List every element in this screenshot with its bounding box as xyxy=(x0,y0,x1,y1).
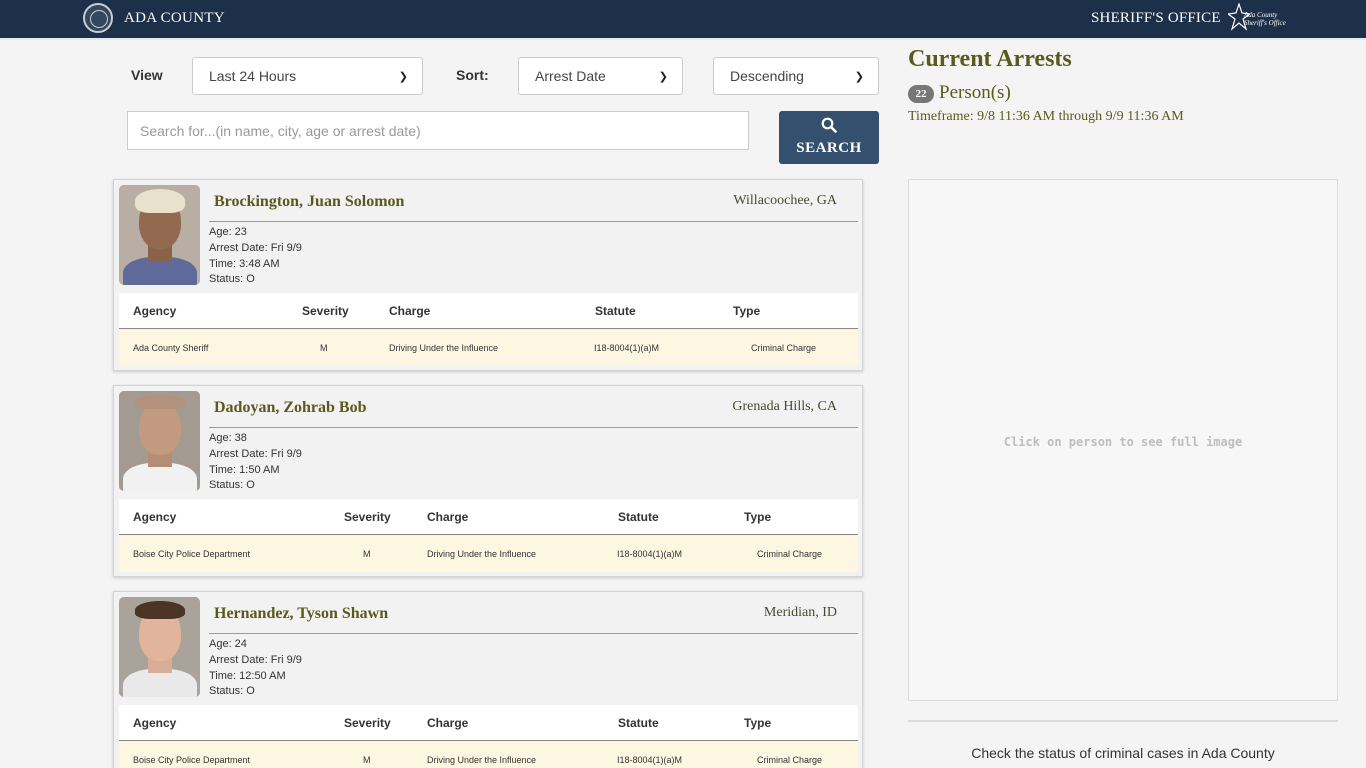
charges-table-header: Agency Severity Charge Statute Type xyxy=(119,705,858,741)
charge-description: Driving Under the Influence xyxy=(427,549,537,559)
arrest-time: Time: 3:48 AM xyxy=(209,258,280,270)
county-seal-icon[interactable] xyxy=(83,3,113,33)
view-select[interactable]: Last 24 Hours ❯ xyxy=(192,57,423,95)
col-agency: Agency xyxy=(133,510,177,524)
person-name[interactable]: Brockington, Juan Solomon xyxy=(214,193,404,211)
sheriff-star-logo[interactable]: Ada County Sheriff's Office xyxy=(1228,3,1286,33)
chevron-down-icon: ❯ xyxy=(398,70,408,83)
search-button[interactable]: SEARCH xyxy=(779,111,879,164)
search-input[interactable] xyxy=(127,111,749,150)
person-count-label: Person(s) xyxy=(939,82,1011,103)
person-city: Meridian, ID xyxy=(763,605,837,620)
logo-text-line-2: Sheriff's Office xyxy=(1244,19,1286,27)
mugshot-photo[interactable] xyxy=(119,597,200,697)
charge-agency: Ada County Sheriff xyxy=(133,343,209,353)
col-severity: Severity xyxy=(302,304,349,318)
charge-description: Driving Under the Influence xyxy=(389,343,499,353)
mugshot-photo[interactable] xyxy=(119,185,200,285)
charge-statute: I18-8004(1)(a)M xyxy=(617,549,683,559)
sort-select[interactable]: Arrest Date ❯ xyxy=(518,57,683,95)
card-divider xyxy=(209,221,858,222)
col-severity: Severity xyxy=(344,716,391,730)
image-hint-text: Click on person to see full image xyxy=(1003,435,1243,449)
mugshot-photo[interactable] xyxy=(119,391,200,491)
charge-severity: M xyxy=(363,549,371,559)
chevron-down-icon: ❯ xyxy=(658,70,668,83)
person-age: Age: 38 xyxy=(209,432,247,444)
search-button-label: SEARCH xyxy=(796,140,862,156)
col-statute: Statute xyxy=(618,510,659,524)
order-select[interactable]: Descending ❯ xyxy=(713,57,879,95)
sheriff-office-link[interactable]: SHERIFF'S OFFICE xyxy=(1091,10,1221,27)
chevron-down-icon: ❯ xyxy=(854,70,864,83)
charge-severity: M xyxy=(320,343,328,353)
col-charge: Charge xyxy=(427,716,469,730)
col-charge: Charge xyxy=(427,510,469,524)
arrest-status: Status: O xyxy=(209,479,255,491)
person-age: Age: 24 xyxy=(209,638,247,650)
sort-label: Sort: xyxy=(456,67,489,83)
sort-select-value: Arrest Date xyxy=(535,68,606,84)
view-label: View xyxy=(131,67,163,83)
page-title: Current Arrests xyxy=(908,46,1072,72)
arrest-time: Time: 1:50 AM xyxy=(209,464,280,476)
charge-row: Boise City Police Department M Driving U… xyxy=(119,742,858,768)
charge-row: Ada County Sheriff M Driving Under the I… xyxy=(119,330,858,366)
charge-statute: I18-8004(1)(a)M xyxy=(617,755,683,765)
charge-agency: Boise City Police Department xyxy=(133,755,251,765)
charge-type: Criminal Charge xyxy=(751,343,817,353)
col-type: Type xyxy=(744,716,772,730)
arrest-card[interactable]: Brockington, Juan Solomon Willacoochee, … xyxy=(113,179,863,371)
charge-agency: Boise City Police Department xyxy=(133,549,251,559)
charges-table-header: Agency Severity Charge Statute Type xyxy=(119,293,858,329)
logo-text-line-1: Ada County xyxy=(1244,11,1278,19)
person-city: Willacoochee, GA xyxy=(733,193,837,208)
col-statute: Statute xyxy=(595,304,636,318)
panel-divider xyxy=(908,720,1338,722)
case-status-link[interactable]: Check the status of criminal cases in Ad… xyxy=(908,745,1338,761)
arrest-status: Status: O xyxy=(209,273,255,285)
charge-type: Criminal Charge xyxy=(757,549,823,559)
logo-text: Ada County Sheriff's Office xyxy=(1244,11,1286,27)
order-select-value: Descending xyxy=(730,68,804,84)
arrest-card[interactable]: Dadoyan, Zohrab Bob Grenada Hills, CA Ag… xyxy=(113,385,863,577)
view-select-value: Last 24 Hours xyxy=(209,68,297,84)
charges-table-header: Agency Severity Charge Statute Type xyxy=(119,499,858,535)
full-image-panel: Click on person to see full image xyxy=(908,179,1338,701)
arrest-time: Time: 12:50 AM xyxy=(209,670,286,682)
arrest-date: Arrest Date: Fri 9/9 xyxy=(209,448,302,460)
charge-row: Boise City Police Department M Driving U… xyxy=(119,536,858,572)
col-type: Type xyxy=(733,304,761,318)
col-statute: Statute xyxy=(618,716,659,730)
arrest-card[interactable]: Hernandez, Tyson Shawn Meridian, ID Age:… xyxy=(113,591,863,768)
col-agency: Agency xyxy=(133,716,177,730)
charge-type: Criminal Charge xyxy=(757,755,823,765)
col-agency: Agency xyxy=(133,304,177,318)
col-type: Type xyxy=(744,510,772,524)
charge-description: Driving Under the Influence xyxy=(427,755,537,765)
person-count-badge: 22 xyxy=(908,85,934,103)
charge-statute: I18-8004(1)(a)M xyxy=(594,343,660,353)
arrest-date: Arrest Date: Fri 9/9 xyxy=(209,654,302,666)
person-name[interactable]: Dadoyan, Zohrab Bob xyxy=(214,399,367,417)
magnifier-icon xyxy=(821,117,837,133)
charge-severity: M xyxy=(363,755,371,765)
person-name[interactable]: Hernandez, Tyson Shawn xyxy=(214,605,388,623)
card-divider xyxy=(209,633,858,634)
card-divider xyxy=(209,427,858,428)
arrest-date: Arrest Date: Fri 9/9 xyxy=(209,242,302,254)
person-age: Age: 23 xyxy=(209,226,247,238)
county-name-link[interactable]: ADA COUNTY xyxy=(124,10,225,27)
col-severity: Severity xyxy=(344,510,391,524)
top-header: ADA COUNTY SHERIFF'S OFFICE Ada County S… xyxy=(0,0,1366,40)
arrest-status: Status: O xyxy=(209,685,255,697)
person-city: Grenada Hills, CA xyxy=(732,399,837,414)
col-charge: Charge xyxy=(389,304,431,318)
timeframe-text: Timeframe: 9/8 11:36 AM through 9/9 11:3… xyxy=(908,109,1184,124)
